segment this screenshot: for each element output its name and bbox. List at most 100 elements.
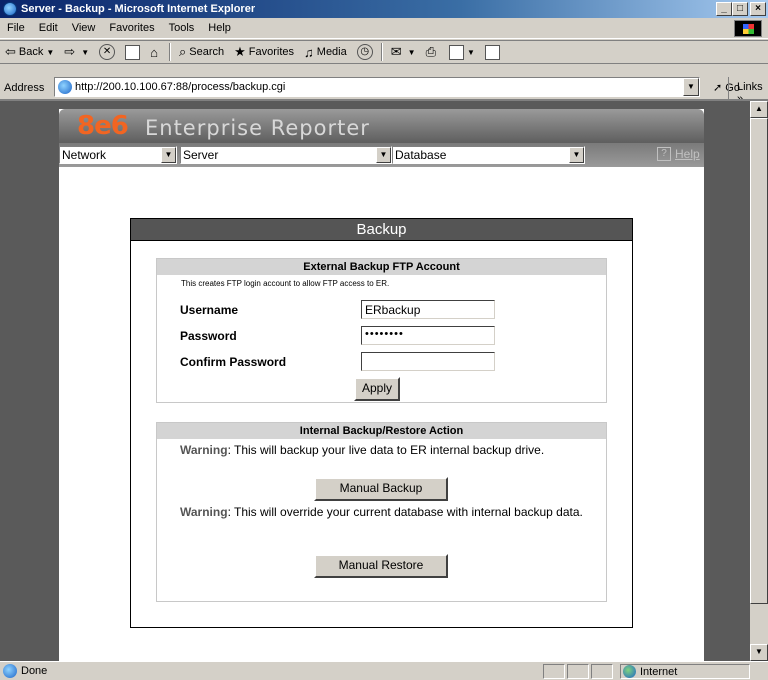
logo-product-name: Enterprise Reporter [145,116,370,140]
ftp-note: This creates FTP login account to allow … [181,279,390,288]
back-dropdown-icon[interactable]: ▼ [46,48,54,57]
favorites-icon: ★ [234,44,246,59]
restore-warning: Warning: This will override your current… [180,506,590,519]
apply-button[interactable]: Apply [354,377,400,401]
scroll-down-icon[interactable]: ▼ [750,644,768,661]
menu-edit[interactable]: Edit [32,22,65,34]
edit-dropdown-icon[interactable]: ▼ [467,48,475,57]
help-icon: ? [657,147,671,161]
windows-logo-icon [734,20,762,37]
forward-button[interactable]: ⇨ ▼ [59,44,94,60]
window-title: Server - Backup - Microsoft Internet Exp… [21,3,256,15]
home-icon: ⌂ [150,44,158,60]
menu-tools[interactable]: Tools [162,22,202,34]
help-label: Help [675,147,700,161]
zone-label: Internet [640,665,678,678]
address-url[interactable]: http://200.10.100.67:88/process/backup.c… [75,81,285,93]
chevron-down-icon[interactable]: ▼ [161,147,176,163]
history-button[interactable]: ◷ [352,44,378,60]
app-panel: 8e6 Enterprise Reporter Network ▼ Server… [59,109,704,661]
address-input[interactable]: http://200.10.100.67:88/process/backup.c… [54,77,700,97]
window-title-bar: Server - Backup - Microsoft Internet Exp… [0,0,768,18]
nav-bar: Network ▼ Server ▼ Database ▼ ? Help [59,143,704,167]
vertical-scrollbar[interactable]: ▲ ▼ [750,101,768,661]
internal-section-heading: Internal Backup/Restore Action [157,423,606,439]
edit-button[interactable]: ▼ [444,44,480,60]
stop-button[interactable]: ✕ [94,44,120,60]
username-input[interactable]: ERbackup [361,300,495,319]
manual-backup-button[interactable]: Manual Backup [314,477,448,501]
chevron-down-icon[interactable]: ▼ [376,147,391,163]
menu-bar: File Edit View Favorites Tools Help [0,18,768,39]
database-select[interactable]: Database ▼ [392,146,585,164]
internal-backup-section: Internal Backup/Restore Action Warning: … [156,422,607,602]
links-button[interactable]: Links » [728,77,768,105]
password-label: Password [180,329,237,343]
refresh-button[interactable] [120,44,145,60]
mail-button[interactable]: ✉ ▼ [386,44,421,60]
refresh-icon [125,44,141,60]
restore-warning-text: : This will override your current databa… [227,505,583,519]
mail-dropdown-icon[interactable]: ▼ [408,48,416,57]
home-button[interactable]: ⌂ [145,45,166,60]
status-cell [543,664,565,679]
window-controls: _ □ × [716,2,766,16]
warning-label: Warning [180,443,228,457]
ftp-account-section: External Backup FTP Account This creates… [156,258,607,403]
status-text: Done [21,665,48,677]
favorites-button[interactable]: ★ Favorites [229,44,299,60]
print-icon: ⎙ [425,44,436,59]
backup-warning: Warning: This will backup your live data… [180,444,590,457]
status-text-area: Done [0,664,47,678]
app-header: 8e6 Enterprise Reporter [59,109,704,143]
database-select-value: Database [395,148,447,162]
media-label: Media [316,46,347,58]
status-bar: Done Internet [0,661,768,680]
address-dropdown-icon[interactable]: ▼ [683,78,699,96]
search-button[interactable]: ⌕ Search [174,44,229,60]
chevron-down-icon[interactable]: ▼ [569,147,584,163]
manual-restore-button[interactable]: Manual Restore [314,554,448,578]
password-input[interactable]: •••••••• [361,326,495,345]
menu-help[interactable]: Help [201,22,238,34]
back-button[interactable]: ⇦ Back ▼ [0,44,59,60]
print-button[interactable]: ⎙ [421,44,444,60]
globe-icon [623,665,636,678]
discuss-button[interactable] [480,44,505,60]
back-label: Back [18,46,44,58]
close-button[interactable]: × [750,2,766,16]
toolbar-separator [168,43,171,61]
scroll-up-icon[interactable]: ▲ [750,101,768,118]
server-select[interactable]: Server ▼ [180,146,392,164]
ie-icon [3,2,17,16]
browser-viewport: 8e6 Enterprise Reporter Network ▼ Server… [0,99,768,661]
search-label: Search [189,46,225,58]
confirm-password-input[interactable] [361,352,495,371]
search-icon: ⌕ [178,44,187,59]
forward-dropdown-icon[interactable]: ▼ [81,48,89,57]
toolbar-separator [380,43,383,61]
help-link[interactable]: ? Help [657,147,700,161]
media-button[interactable]: ♫ Media [299,45,352,60]
discuss-icon [484,44,500,60]
maximize-button[interactable]: □ [732,2,748,16]
history-icon: ◷ [356,44,373,60]
mail-icon: ✉ [390,44,402,59]
backup-warning-text: : This will backup your live data to ER … [227,443,545,457]
media-icon: ♫ [304,44,314,60]
stop-icon: ✕ [99,44,116,60]
menu-file[interactable]: File [0,22,32,34]
page-icon [58,80,72,94]
status-cell [567,664,589,679]
address-label: Address [4,82,45,94]
menu-favorites[interactable]: Favorites [102,22,161,34]
word-edit-icon [448,44,464,60]
network-select[interactable]: Network ▼ [59,146,177,164]
back-arrow-icon: ⇦ [5,44,16,59]
ftp-section-heading: External Backup FTP Account [157,259,606,275]
backup-title: Backup [131,219,632,241]
scroll-thumb[interactable] [750,118,768,604]
status-cell [591,664,613,679]
menu-view[interactable]: View [65,22,103,34]
minimize-button[interactable]: _ [716,2,732,16]
